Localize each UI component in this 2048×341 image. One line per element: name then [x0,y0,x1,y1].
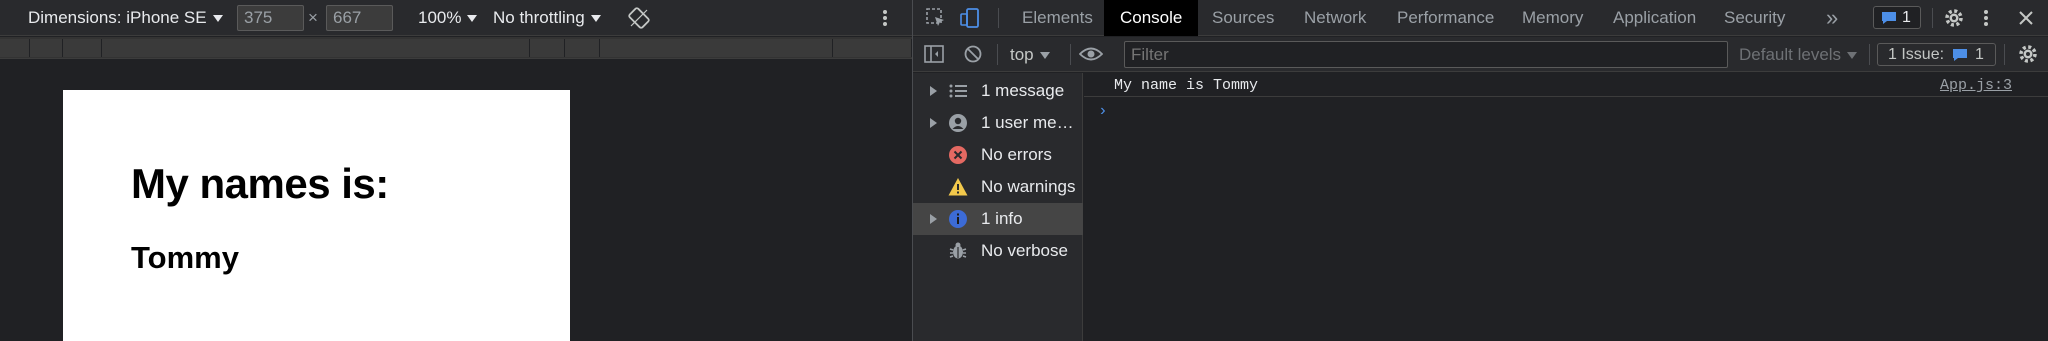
context-label: top [1010,45,1034,64]
tab-label: Application [1613,8,1697,27]
device-toolbar: Dimensions: iPhone SE 375 × 667 100% No … [0,0,912,36]
chevron-down-icon [467,15,478,23]
context-selector[interactable]: top [1010,37,1050,72]
page-name: Tommy [131,240,239,275]
media-query-ruler[interactable] [0,37,912,59]
expand-arrow-icon[interactable] [930,214,937,224]
error-icon [948,145,968,165]
tab-label: Security [1724,8,1786,27]
chevron-down-icon [1847,52,1858,60]
devtools-panel: Elements Console Sources Network Perform… [913,0,2048,341]
devtools-tabbar: Elements Console Sources Network Perform… [913,0,2048,36]
sidebar-item-info[interactable]: 1 info [913,203,1083,235]
more-tabs-icon: » [1826,5,1839,30]
console-prompt-icon[interactable]: › [1098,102,1108,120]
issues-label: 1 Issue: [1888,46,1945,63]
settings-gear-icon[interactable] [1943,7,1965,29]
zoom-label: 100% [418,8,462,27]
expand-arrow-icon[interactable] [930,118,937,128]
warning-icon [948,177,968,197]
bug-icon [948,241,968,261]
dimensions-dropdown[interactable]: Dimensions: iPhone SE [28,0,223,36]
tab-application[interactable]: Application [1613,0,1696,36]
chevron-down-icon [1039,52,1050,60]
tab-label: Sources [1212,8,1275,27]
console-settings-gear-icon[interactable] [2017,43,2039,65]
height-value: 667 [333,8,362,27]
tab-performance[interactable]: Performance [1397,0,1494,36]
tab-label: Elements [1022,8,1093,27]
close-icon[interactable] [2015,7,2037,29]
inspect-element-icon[interactable] [925,7,947,29]
console-output[interactable]: My name is Tommy App.js:3 › [1084,73,2048,341]
sidebar-item-messages[interactable]: 1 message [913,75,1083,107]
device-toolbar-toggle-icon[interactable] [959,7,981,29]
tab-network[interactable]: Network [1304,0,1366,36]
sidebar-item-label: 1 message [981,81,1065,100]
sidebar-item-label: 1 info [981,209,1023,228]
console-toolbar: top Default levels 1 Issue: 1 [913,37,2048,72]
message-icon [1882,12,1896,24]
messages-count: 1 [1902,9,1911,26]
issues-count: 1 [1975,46,1984,63]
console-sidebar: 1 message 1 user mes… No errors No warni… [913,73,1083,341]
log-levels-label: Default levels [1739,45,1842,64]
tab-label: Console [1120,8,1183,27]
tab-label: Memory [1522,8,1584,27]
chevron-down-icon [590,15,601,23]
sidebar-item-warnings[interactable]: No warnings [913,171,1083,203]
chevron-down-icon [212,15,223,23]
sidebar-item-label: No errors [981,145,1052,164]
tab-sources[interactable]: Sources [1212,0,1274,36]
log-source-link[interactable]: App.js:3 [1940,77,2012,94]
tab-memory[interactable]: Memory [1522,0,1583,36]
height-input[interactable]: 667 [326,5,393,31]
tab-security[interactable]: Security [1724,0,1785,36]
sidebar-toggle-icon[interactable] [923,43,945,65]
issues-button[interactable]: 1 Issue: 1 [1877,43,1996,66]
info-icon [948,209,968,229]
live-expression-eye-icon[interactable] [1078,43,1104,65]
sidebar-item-verbose[interactable]: No verbose [913,235,1083,267]
rotate-icon[interactable] [628,7,650,29]
filter-input[interactable] [1124,41,1728,68]
width-value: 375 [244,8,273,27]
sidebar-item-label: No verbose [981,241,1068,260]
more-tabs-button[interactable]: » [1826,0,1838,36]
list-icon [948,81,968,101]
throttling-dropdown[interactable]: No throttling [493,0,601,36]
user-icon [948,113,968,133]
device-viewport: My names is: Tommy [63,90,570,341]
console-log-entry: My name is Tommy App.js:3 [1084,73,2048,97]
zoom-dropdown[interactable]: 100% [418,0,478,36]
log-message: My name is Tommy [1114,77,1259,94]
tab-label: Performance [1397,8,1495,27]
sidebar-item-label: 1 user mes… [981,113,1079,132]
customize-menu-icon[interactable] [1981,7,1991,29]
sidebar-item-label: No warnings [981,177,1076,196]
sidebar-item-user-messages[interactable]: 1 user mes… [913,107,1083,139]
expand-arrow-icon[interactable] [930,86,937,96]
clear-console-icon[interactable] [962,43,984,65]
page-heading: My names is: [131,160,389,207]
width-input[interactable]: 375 [237,5,304,31]
tab-elements[interactable]: Elements [1022,0,1093,36]
device-emulation-pane: Dimensions: iPhone SE 375 × 667 100% No … [0,0,912,341]
issue-icon [1953,49,1967,61]
more-options-icon[interactable] [880,8,890,28]
throttling-label: No throttling [493,8,585,27]
log-levels-dropdown[interactable]: Default levels [1739,37,1858,72]
dimensions-label: Dimensions: iPhone SE [28,8,207,27]
messages-badge[interactable]: 1 [1873,6,1921,29]
tab-label: Network [1304,8,1367,27]
tab-console[interactable]: Console [1104,0,1199,36]
times-symbol: × [308,8,318,27]
sidebar-item-errors[interactable]: No errors [913,139,1083,171]
